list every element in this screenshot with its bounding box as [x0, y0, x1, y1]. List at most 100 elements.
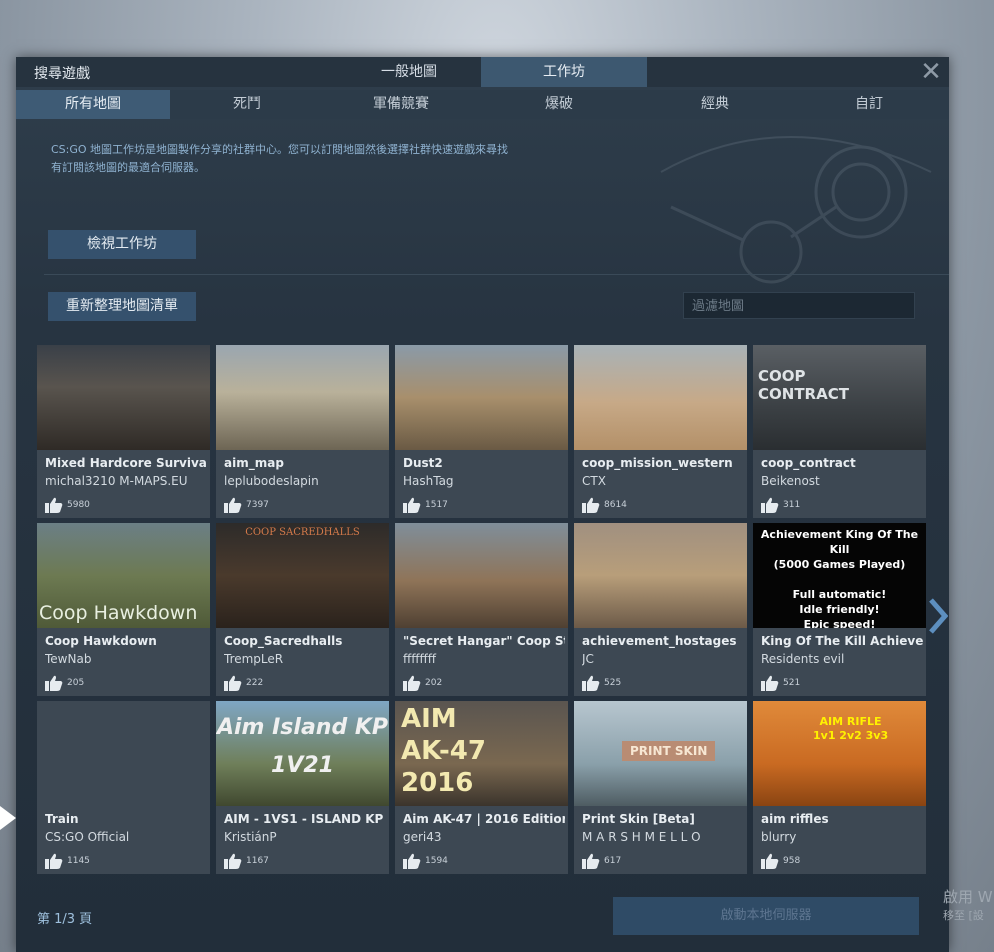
close-icon[interactable]: ✕ — [919, 59, 943, 85]
thumbnail-caption: Achievement King Of The Kill (5000 Games… — [760, 528, 919, 628]
map-card[interactable]: achievement_hostages JC 525 — [574, 523, 747, 696]
map-author: CTX — [582, 474, 606, 488]
map-thumbnail — [574, 345, 747, 450]
thumbs-up-icon — [45, 675, 63, 691]
map-card[interactable]: COOP CONTRACT coop_contract Beikenost 311 — [753, 345, 926, 518]
map-thumbnail: AIM AK-47 2016 — [395, 701, 568, 806]
map-author: michal3210 M-MAPS.EU — [45, 474, 188, 488]
map-thumbnail: Aim Island KP 1V21 — [216, 701, 389, 806]
map-card[interactable]: PRINT SKIN Print Skin [Beta] M A R S H M E… — [574, 701, 747, 874]
thumbs-up-icon — [45, 497, 63, 513]
likes-count: 1167 — [246, 856, 269, 866]
likes-count: 5980 — [67, 500, 90, 510]
map-card[interactable]: Coop Hawkdown Coop Hawkdown TewNab 205 — [37, 523, 210, 696]
map-title: coop_mission_western — [582, 456, 733, 470]
likes-count: 525 — [604, 678, 622, 688]
map-card[interactable]: Mixed Hardcore Survival [ michal3210 M-MA… — [37, 345, 210, 518]
subtab-all-maps[interactable]: 所有地圖 — [16, 90, 170, 119]
map-title: King Of The Kill Achievem — [761, 634, 923, 648]
likes-count: 521 — [783, 678, 801, 688]
likes-count: 8614 — [604, 500, 627, 510]
tab-official-maps[interactable]: 一般地圖 — [338, 57, 480, 87]
map-rating: 5980 — [45, 497, 90, 513]
map-rating: 617 — [582, 853, 621, 869]
map-rating: 1167 — [224, 853, 269, 869]
map-author: geri43 — [403, 830, 442, 844]
map-card[interactable]: coop_mission_western CTX 8614 — [574, 345, 747, 518]
thumbs-up-icon — [582, 853, 600, 869]
map-thumbnail: Achievement King Of The Kill (5000 Games… — [753, 523, 926, 628]
map-thumbnail: AIM RIFLE 1v1 2v2 3v3 — [753, 701, 926, 806]
map-rating: 311 — [761, 497, 800, 513]
activation-watermark-sub: 移至 [設 — [943, 909, 984, 922]
filter-maps-input[interactable]: 過濾地圖 — [683, 292, 915, 319]
map-card[interactable]: Train CS:GO Official 1145 — [37, 701, 210, 874]
map-card[interactable]: aim_map leplubodeslapin 7397 — [216, 345, 389, 518]
description-line-2: 有訂閱該地圖的最適合伺服器。 — [51, 161, 205, 174]
map-thumbnail: PRINT SKIN — [574, 701, 747, 806]
map-title: aim_map — [224, 456, 284, 470]
map-thumbnail — [37, 701, 210, 806]
view-workshop-button[interactable]: 檢視工作坊 — [48, 230, 196, 259]
map-thumbnail — [37, 345, 210, 450]
map-title: Aim AK-47 | 2016 Edition — [403, 812, 565, 826]
likes-count: 1517 — [425, 500, 448, 510]
start-local-server-button[interactable]: 啟動本地伺服器 — [613, 897, 919, 935]
likes-count: 1145 — [67, 856, 90, 866]
thumbnail-caption: Aim Island KP 1V21 — [216, 715, 389, 778]
map-title: Coop_Sacredhalls — [224, 634, 343, 648]
thumbs-up-icon — [582, 497, 600, 513]
thumbnail-caption: PRINT SKIN — [622, 741, 716, 761]
map-author: TewNab — [45, 652, 92, 666]
likes-count: 205 — [67, 678, 85, 688]
subtab-demolition[interactable]: 爆破 — [482, 90, 636, 119]
map-thumbnail: COOP CONTRACT — [753, 345, 926, 450]
map-rating: 1145 — [45, 853, 90, 869]
map-author: Beikenost — [761, 474, 820, 488]
thumbnail-caption: Coop Hawkdown — [39, 602, 198, 624]
chevron-left-icon[interactable] — [0, 806, 16, 830]
thumbs-up-icon — [403, 853, 421, 869]
map-card[interactable]: "Secret Hangar" Coop Stri ffffffff 202 — [395, 523, 568, 696]
map-card[interactable]: AIM RIFLE 1v1 2v2 3v3 aim riffles blurry 95… — [753, 701, 926, 874]
thumbnail-caption: COOP CONTRACT — [758, 367, 849, 403]
map-rating: 7397 — [224, 497, 269, 513]
thumbs-up-icon — [761, 497, 779, 513]
tab-workshop[interactable]: 工作坊 — [481, 57, 647, 87]
map-card[interactable]: Dust2 HashTag 1517 — [395, 345, 568, 518]
map-title: Mixed Hardcore Survival [ — [45, 456, 207, 470]
thumbs-up-icon — [761, 675, 779, 691]
page-indicator: 第 1/3 頁 — [37, 912, 93, 927]
map-title: Print Skin [Beta] — [582, 812, 695, 826]
map-card[interactable]: AIM AK-47 2016 Aim AK-47 | 2016 Edition ge… — [395, 701, 568, 874]
subtab-deathmatch[interactable]: 死鬥 — [170, 90, 324, 119]
likes-count: 617 — [604, 856, 622, 866]
map-rating: 205 — [45, 675, 84, 691]
refresh-map-list-button[interactable]: 重新整理地圖清單 — [48, 292, 196, 321]
map-rating: 958 — [761, 853, 800, 869]
map-card[interactable]: Aim Island KP 1V21 AIM - 1VS1 - ISLAND KP… — [216, 701, 389, 874]
likes-count: 1594 — [425, 856, 448, 866]
dialog-topbar: 搜尋遊戲 一般地圖 工作坊 ✕ — [16, 57, 949, 87]
subtab-arms-race[interactable]: 軍備競賽 — [324, 90, 478, 119]
map-rating: 521 — [761, 675, 800, 691]
map-rating: 1517 — [403, 497, 448, 513]
steam-logo-icon — [660, 136, 932, 284]
map-thumbnail — [395, 345, 568, 450]
thumbs-up-icon — [224, 675, 242, 691]
map-thumbnail: COOP SACREDHALLS — [216, 523, 389, 628]
thumbs-up-icon — [403, 497, 421, 513]
map-author: JC — [582, 652, 594, 666]
likes-count: 958 — [783, 856, 801, 866]
map-author: Residents evil — [761, 652, 845, 666]
workshop-dialog: 搜尋遊戲 一般地圖 工作坊 ✕ 所有地圖 死鬥 軍備競賽 爆破 經典 自訂 CS… — [16, 57, 949, 952]
map-card[interactable]: COOP SACREDHALLS Coop_Sacredhalls TrempLeR… — [216, 523, 389, 696]
workshop-description: CS:GO 地圖工作坊是地圖製作分享的社群中心。您可以訂閱地圖然後選擇社群快速遊… — [51, 141, 591, 177]
map-thumbnail — [216, 345, 389, 450]
thumbnail-caption: AIM RIFLE 1v1 2v2 3v3 — [813, 715, 889, 742]
thumbs-up-icon — [45, 853, 63, 869]
activation-watermark: 啟用 W — [943, 888, 993, 906]
map-card[interactable]: Achievement King Of The Kill (5000 Games… — [753, 523, 926, 696]
chevron-right-icon[interactable] — [928, 598, 948, 634]
map-author: HashTag — [403, 474, 454, 488]
